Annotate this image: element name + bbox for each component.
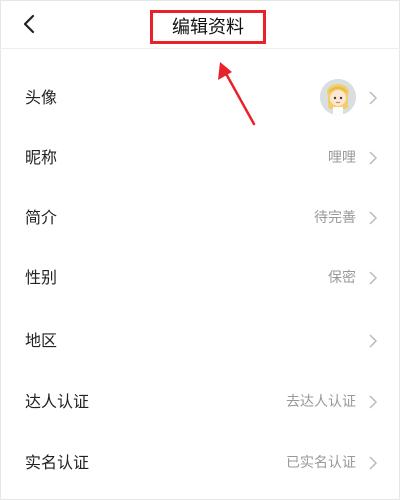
page-title: 编辑资料	[150, 10, 266, 44]
row-region[interactable]: 地区	[0, 311, 400, 371]
row-label: 实名认证	[25, 453, 90, 472]
row-value: 去达人认证	[286, 394, 356, 410]
chevron-right-icon	[369, 456, 378, 470]
row-nickname[interactable]: 昵称 哩哩	[0, 128, 400, 188]
chevron-right-icon	[369, 334, 378, 348]
nav-header: 编辑资料	[0, 0, 400, 49]
row-label: 地区	[25, 331, 58, 350]
row-label: 达人认证	[25, 392, 90, 411]
row-value: 保密	[328, 270, 356, 286]
chevron-right-icon	[369, 395, 378, 409]
chevron-right-icon	[369, 271, 378, 285]
row-intro[interactable]: 简介 待完善	[0, 188, 400, 248]
chevron-right-icon	[369, 91, 378, 105]
row-label: 性别	[25, 268, 58, 287]
row-value: 已实名认证	[286, 455, 356, 471]
row-expert-verification[interactable]: 达人认证 去达人认证	[0, 372, 400, 432]
chevron-right-icon	[369, 151, 378, 165]
row-label: 简介	[25, 208, 58, 227]
row-avatar[interactable]: 头像	[0, 68, 400, 128]
row-gender[interactable]: 性别 保密	[0, 248, 400, 308]
avatar	[320, 79, 356, 115]
row-realname-verification[interactable]: 实名认证 已实名认证	[0, 433, 400, 493]
chevron-right-icon	[369, 211, 378, 225]
row-value: 待完善	[314, 210, 356, 226]
row-label: 头像	[25, 88, 58, 107]
row-value: 哩哩	[328, 150, 356, 166]
back-icon[interactable]	[20, 14, 40, 34]
row-label: 昵称	[25, 148, 58, 167]
